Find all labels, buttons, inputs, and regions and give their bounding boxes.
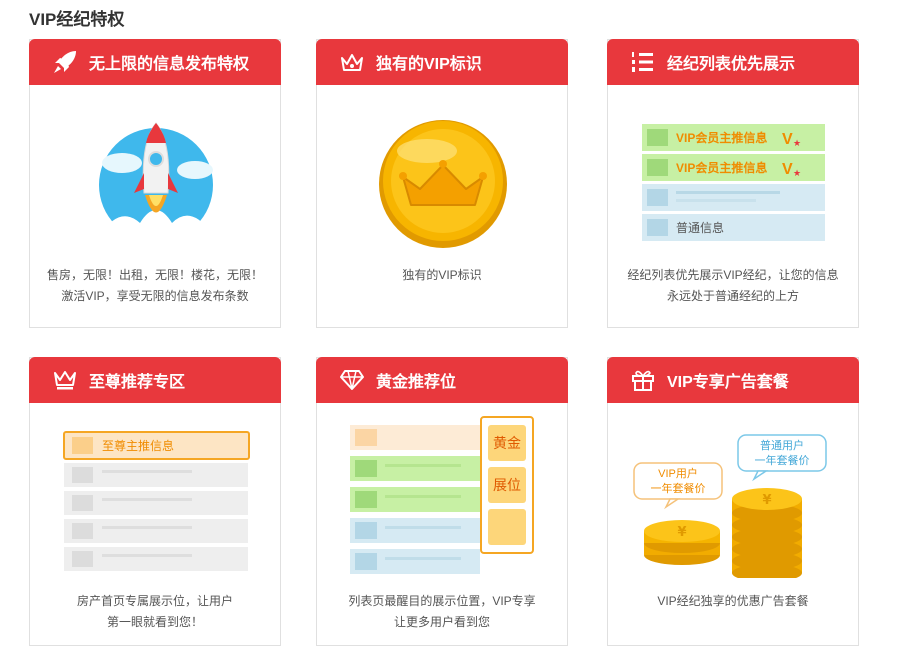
bubble-text: 普通用户 [760,438,804,452]
rocket-icon [51,48,79,76]
gold-coin-crown-illustration [379,120,507,248]
featured-item-label: 至尊主推信息 [102,438,174,453]
coin-stack-small: ¥ [644,520,720,565]
svg-text:¥: ¥ [677,525,686,540]
coin-stack-large: ¥ [732,488,802,578]
diamond-icon [338,366,366,394]
bubble-text: 一年套餐价 [755,453,810,467]
gift-icon [629,366,657,394]
card-title: 至尊推荐专区 [89,374,186,391]
card-title: 无上限的信息发布特权 [89,56,250,73]
card-header: 无上限的信息发布特权 [29,39,281,85]
card-header: 经纪列表优先展示 [607,39,859,85]
premium-zone-illustration: 至尊主推信息 [63,431,250,571]
bubble-text: VIP用户 [658,466,698,480]
list-item-label: VIP会员主推信息 [676,160,767,175]
card-desc-line: 列表页最醒目的展示位置，VIP专享 [348,594,536,608]
bubble-text: 一年套餐价 [651,481,706,495]
card-desc-line: VIP经纪独享的优惠广告套餐 [657,594,809,608]
card-title: 独有的VIP标识 [376,56,482,73]
page-title: VIP经纪特权 [29,10,125,29]
crown-icon [338,48,366,76]
crown-icon [51,366,79,394]
card-desc-line: 独有的VIP标识 [402,268,482,282]
card-header: VIP专享广告套餐 [607,357,859,403]
card-header: 至尊推荐专区 [29,357,281,403]
svg-text:★: ★ [793,139,801,149]
rocket-launch-illustration [99,122,213,244]
card-header: 黄金推荐位 [316,357,568,403]
card-desc-line: 激活VIP，享受无限的信息发布条数 [61,289,249,303]
card-title: 黄金推荐位 [376,374,457,391]
list-item-label: VIP会员主推信息 [676,130,767,145]
svg-text:V: V [782,161,793,178]
card-header: 独有的VIP标识 [316,39,568,85]
ranked-list-icon [629,48,657,76]
card-vip-badge: 独有的VIP标识 独有的VIP标识 [316,39,568,328]
card-priority-listing: 经纪列表优先展示 VIP会员主推信息 V ★ VIP会员主推信息 V ★ 普通信… [607,39,859,328]
ad-package-illustration: 普通用户 一年套餐价 VIP用户 一年套餐价 ¥ ¥ [633,434,827,578]
card-desc-line: 房产首页专属展示位，让用户 [76,594,233,608]
card-desc-line: 第一眼就看到您！ [106,615,203,629]
gold-spot-label: 黄金 [493,435,521,451]
card-desc-line: 售房，无限！出租，无限！楼花，无限！ [46,268,263,282]
gold-spot-label: 展位 [493,477,521,493]
card-title: VIP专享广告套餐 [667,374,789,391]
card-ad-package: VIP专享广告套餐 普通用户 一年套餐价 VIP用户 一年套餐价 ¥ ¥ VIP… [607,357,859,646]
card-premium-zone: 至尊推荐专区 至尊主推信息 房产首页专属展示位，让用户 第一眼就看到您！ [29,357,281,646]
card-unlimited-posting: 无上限的信息发布特权 售房，无限！出租，无限！楼花，无限！ 激活VIP，享受无限… [29,39,281,328]
card-title: 经纪列表优先展示 [667,56,796,73]
list-item-label: 普通信息 [676,220,724,235]
card-desc-line: 经纪列表优先展示VIP经纪，让您的信息 [627,268,839,282]
card-desc-line: 让更多用户看到您 [393,615,490,629]
svg-text:★: ★ [793,169,801,179]
svg-text:¥: ¥ [762,493,771,508]
card-desc-line: 永远处于普通经纪的上方 [666,289,799,303]
gold-spot-illustration: 黄金 展位 [350,416,534,574]
svg-text:V: V [782,131,793,148]
card-gold-spot: 黄金推荐位 黄金 展位 列表页最醒目的展示位置，VIP专享 让更多用户看到您 [316,357,568,646]
priority-list-illustration: VIP会员主推信息 V ★ VIP会员主推信息 V ★ 普通信息 [642,124,825,241]
